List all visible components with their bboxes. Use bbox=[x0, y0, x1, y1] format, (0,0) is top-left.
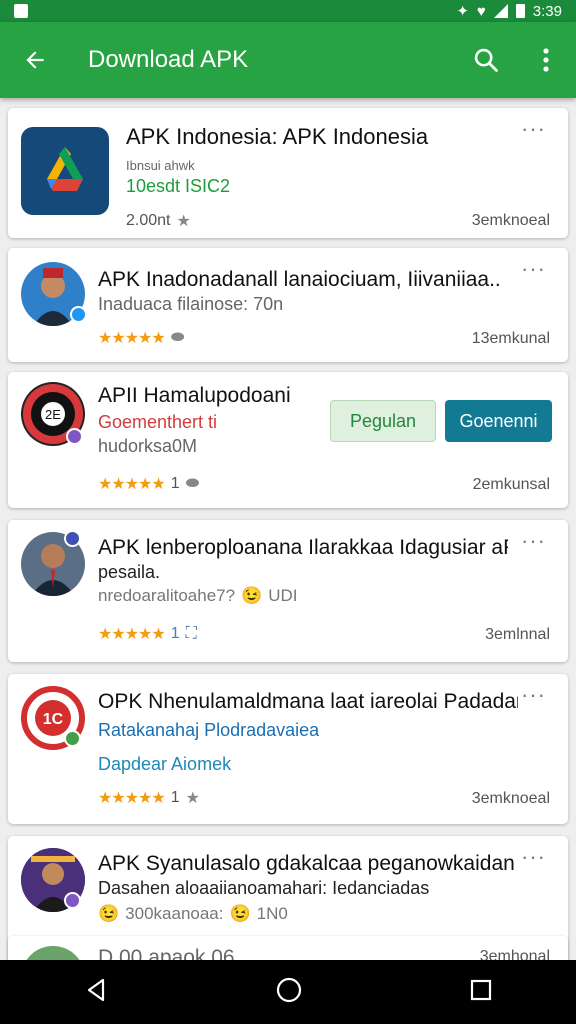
app-developer: hudorksa0M bbox=[98, 436, 198, 456]
rating-stars: ★★★★★ bbox=[98, 626, 166, 643]
more-options-button[interactable]: ··· bbox=[521, 258, 546, 280]
app-list: APK Indonesia: APK Indonesia Ibnsui ahwk… bbox=[0, 98, 576, 960]
lock-icon: ⬬ bbox=[185, 475, 200, 492]
verified-badge-icon bbox=[66, 428, 83, 445]
app-subtitle: pesaila. bbox=[98, 562, 161, 582]
rating-stars: ★★★★★ bbox=[98, 476, 166, 493]
overflow-menu-button[interactable] bbox=[516, 47, 576, 73]
verified-badge-icon bbox=[64, 730, 81, 747]
download-count: 300kaanoaa: bbox=[125, 904, 224, 923]
emoji-icon: 😉 bbox=[241, 586, 263, 605]
nav-back-button[interactable] bbox=[83, 977, 109, 1008]
app-name: APK Indonesia: APK Indonesia bbox=[126, 124, 429, 149]
list-item[interactable]: 1C OPK Nhenulamaldmana laat iareolai Pad… bbox=[8, 674, 568, 824]
download-count: 2.00nt bbox=[126, 212, 171, 229]
emoji-icon: 😉 bbox=[229, 904, 251, 923]
list-item[interactable]: APK Inadonadanall lanaiociuam, Iiivaniia… bbox=[8, 248, 568, 362]
system-nav-bar bbox=[0, 960, 576, 1024]
app-subtitle: Goementhert ti bbox=[98, 412, 218, 432]
install-button[interactable]: Pegulan bbox=[330, 400, 436, 442]
square-recents-icon bbox=[470, 979, 492, 1000]
status-bar: ✦ ♥ 3:39 bbox=[0, 0, 576, 22]
more-options-button[interactable]: ··· bbox=[521, 530, 546, 552]
app-name: APK lenberoploanana Ilarakkaa Idagusiar … bbox=[98, 536, 508, 559]
app-name: D.00 apaok.06 bbox=[98, 946, 235, 960]
download-button[interactable]: Goenenni bbox=[445, 400, 552, 442]
app-subtitle: Dasahen aloaaiianoamahari: Iedanciadas bbox=[98, 878, 430, 898]
list-item[interactable]: 2E APII Hamalupodoani Goementhert ti hud… bbox=[8, 372, 568, 508]
verified-badge-icon bbox=[70, 306, 87, 323]
nav-home-button[interactable] bbox=[275, 976, 303, 1009]
verified-badge-icon bbox=[64, 892, 81, 909]
app-subtitle: Inaduaca filainose: 70n bbox=[98, 294, 284, 314]
list-item[interactable]: APK Indonesia: APK Indonesia Ibnsui ahwk… bbox=[8, 108, 568, 238]
app-name: APK Inadonadanall lanaiociuam, Iiivaniia… bbox=[98, 268, 501, 291]
review-count: 1 bbox=[170, 789, 180, 806]
app-tag: 1N0 bbox=[256, 904, 288, 923]
battery-icon bbox=[515, 4, 525, 18]
triangle-back-icon bbox=[87, 978, 105, 1001]
emoji-icon: 😉 bbox=[98, 904, 120, 923]
vibrate-icon: ✦ bbox=[456, 2, 469, 20]
file-size: 3emknoeal bbox=[471, 212, 550, 229]
rating-stars: ★★★★★ bbox=[98, 330, 166, 347]
file-size: 3emhonal bbox=[479, 948, 550, 960]
more-options-button[interactable]: ··· bbox=[521, 684, 546, 706]
list-item[interactable]: D.00 apaok.06 3emhonal bbox=[8, 936, 568, 960]
wifi-icon: ♥ bbox=[476, 2, 486, 20]
search-button[interactable] bbox=[456, 46, 516, 74]
search-icon bbox=[474, 48, 498, 72]
app-name: OPK Nhenulamaldmana laat iareolai Padada… bbox=[98, 690, 518, 713]
file-size: 3emknoeal bbox=[471, 790, 550, 807]
app-bar: Download APK bbox=[0, 22, 576, 98]
arrow-left-icon bbox=[26, 51, 44, 69]
avatar bbox=[21, 946, 85, 960]
star-icon: ★ bbox=[176, 213, 191, 230]
svg-text:2E: 2E bbox=[45, 407, 61, 422]
app-icon bbox=[21, 127, 109, 215]
review-count: 1 bbox=[170, 625, 180, 642]
more-options-button[interactable]: ··· bbox=[521, 846, 546, 868]
file-size: 3emlnnal bbox=[485, 626, 550, 643]
notification-icon bbox=[14, 4, 28, 18]
verified-badge-icon bbox=[64, 530, 81, 547]
app-tag: UDI bbox=[268, 586, 298, 605]
lock-icon: ⬬ bbox=[170, 329, 185, 346]
file-size: 13emkunal bbox=[471, 330, 550, 347]
users-icon: ⛶ bbox=[185, 625, 197, 642]
app-version: 10esdt ISIC2 bbox=[126, 176, 231, 196]
app-subtitle: Ibnsui ahwk bbox=[126, 158, 195, 173]
app-name: APK Syanulasalo gdakalcaa peganowkaidan bbox=[98, 852, 515, 875]
signal-icon bbox=[493, 4, 508, 18]
list-item[interactable]: APK lenberoploanana Ilarakkaa Idagusiar … bbox=[8, 520, 568, 662]
more-options-button[interactable]: ··· bbox=[521, 118, 546, 140]
back-button[interactable] bbox=[0, 47, 70, 73]
page-title: Download APK bbox=[88, 46, 249, 73]
more-vert-icon bbox=[543, 48, 549, 72]
status-time: 3:39 bbox=[532, 2, 562, 20]
star-icon: ★ bbox=[185, 790, 200, 807]
circle-home-icon bbox=[276, 977, 302, 1002]
app-developer: Dapdear Aiomek bbox=[98, 754, 232, 774]
file-size: 2emkunsal bbox=[472, 476, 550, 493]
nav-recents-button[interactable] bbox=[469, 978, 493, 1007]
review-count: 1 bbox=[170, 475, 180, 492]
app-developer: nredoaralitoahe7? bbox=[98, 586, 236, 605]
rating-stars: ★★★★★ bbox=[98, 790, 166, 807]
app-subtitle: Ratakanahaj Plodradavaiea bbox=[98, 720, 320, 740]
svg-text:1C: 1C bbox=[43, 711, 64, 728]
app-name: APII Hamalupodoani bbox=[98, 384, 291, 407]
